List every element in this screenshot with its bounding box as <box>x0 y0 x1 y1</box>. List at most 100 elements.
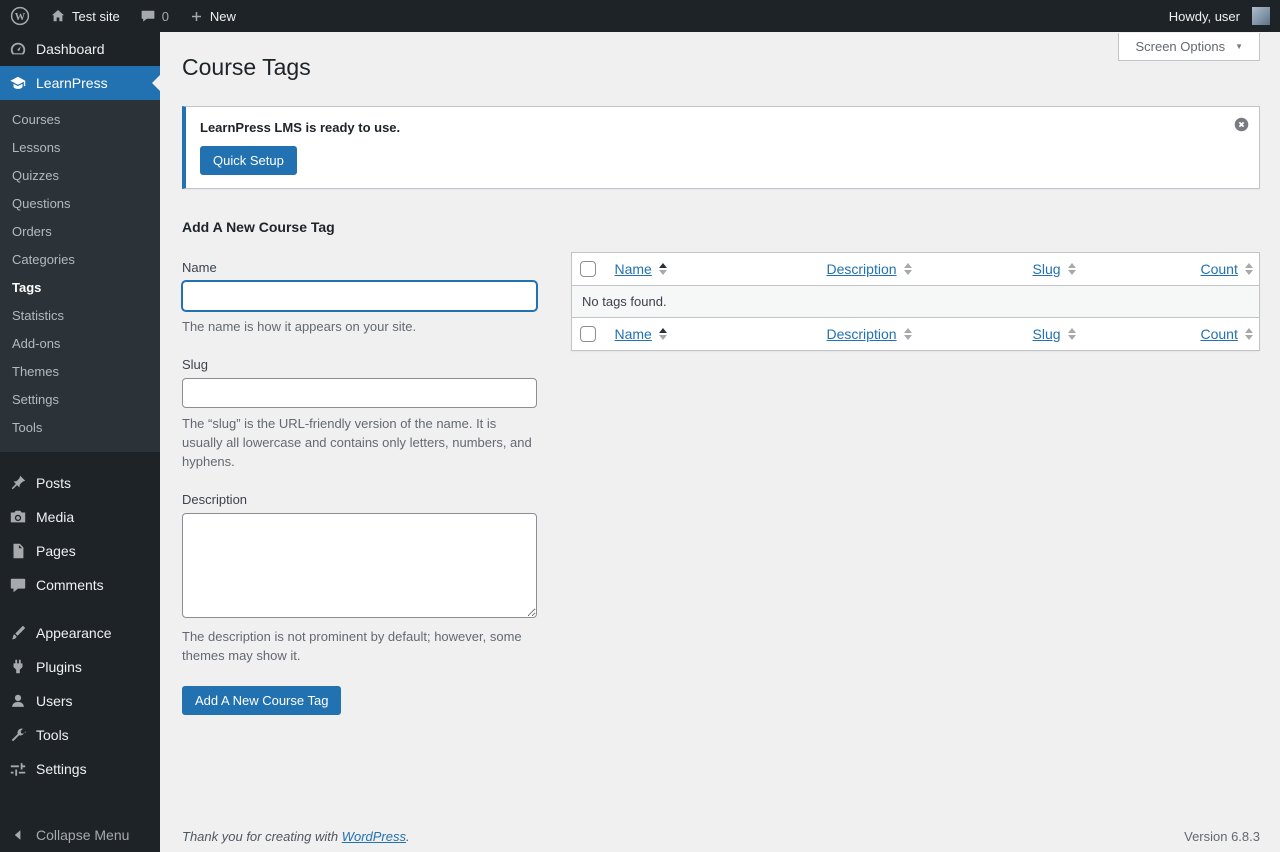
sidebar-item-appearance[interactable]: Appearance <box>0 616 160 650</box>
collapse-arrow-icon <box>8 825 28 845</box>
new-label: New <box>209 8 236 24</box>
collapse-menu-button[interactable]: Collapse Menu <box>0 818 160 852</box>
sort-slug-link[interactable]: Slug <box>1033 261 1076 277</box>
sidebar-item-plugins[interactable]: Plugins <box>0 650 160 684</box>
sort-arrows-icon <box>658 263 667 276</box>
learnpress-submenu: Courses Lessons Quizzes Questions Orders… <box>0 100 160 452</box>
sidebar-item-categories[interactable]: Categories <box>0 246 160 274</box>
sort-slug-link-bottom[interactable]: Slug <box>1033 326 1076 342</box>
sidebar-item-lp-tools[interactable]: Tools <box>0 414 160 442</box>
sidebar-item-label: Pages <box>36 543 76 559</box>
users-icon <box>8 691 28 711</box>
sidebar-item-tags[interactable]: Tags <box>0 274 160 302</box>
wordpress-logo-icon[interactable]: W <box>0 0 40 32</box>
svg-text:W: W <box>15 12 26 23</box>
sidebar-item-label: Comments <box>36 577 104 593</box>
name-field: Name The name is how it appears on your … <box>182 260 537 337</box>
slug-input[interactable] <box>182 378 537 409</box>
column-footer-description: Description <box>816 317 1023 351</box>
wordpress-link[interactable]: WordPress <box>342 829 406 844</box>
collapse-menu-label: Collapse Menu <box>36 827 130 843</box>
sidebar-item-quizzes[interactable]: Quizzes <box>0 162 160 190</box>
add-tag-button[interactable]: Add A New Course Tag <box>182 685 342 716</box>
page-title: Course Tags <box>182 54 311 80</box>
sort-name-link-bottom[interactable]: Name <box>615 326 667 342</box>
sidebar-item-pages[interactable]: Pages <box>0 534 160 568</box>
description-textarea[interactable] <box>182 512 537 618</box>
site-name-link[interactable]: Test site <box>40 0 130 32</box>
appearance-icon <box>8 623 28 643</box>
column-label: Count <box>1200 261 1238 278</box>
sort-description-link-bottom[interactable]: Description <box>827 326 912 342</box>
dashboard-icon <box>8 39 28 59</box>
sort-description-link[interactable]: Description <box>827 261 912 277</box>
description-help: The description is not prominent by defa… <box>182 628 522 663</box>
select-all-checkbox-bottom[interactable] <box>580 326 596 343</box>
sidebar-item-settings[interactable]: Settings <box>0 752 160 786</box>
screen-options-button[interactable]: Screen Options ▼ <box>1118 33 1260 61</box>
column-label: Slug <box>1032 261 1061 278</box>
my-account[interactable]: Howdy, user <box>1159 0 1280 32</box>
column-header-slug: Slug <box>1022 252 1191 287</box>
sidebar-item-label: LearnPress <box>36 75 108 91</box>
comments-icon <box>8 575 28 595</box>
sidebar-item-lp-settings[interactable]: Settings <box>0 386 160 414</box>
menu-separator <box>0 602 160 616</box>
slug-help: The “slug” is the URL-friendly version o… <box>182 416 532 470</box>
main-content: Screen Options ▼ Course Tags LearnPress … <box>160 32 1280 852</box>
sidebar-item-comments[interactable]: Comments <box>0 568 160 602</box>
sidebar-item-lessons[interactable]: Lessons <box>0 134 160 162</box>
pages-icon <box>8 541 28 561</box>
sidebar-item-orders[interactable]: Orders <box>0 218 160 246</box>
sidebar-item-dashboard[interactable]: Dashboard <box>0 32 160 66</box>
menu-separator <box>0 452 160 466</box>
select-all-checkbox[interactable] <box>580 261 596 278</box>
column-header-name: Name <box>604 252 817 287</box>
sidebar-item-tools[interactable]: Tools <box>0 718 160 752</box>
column-footer-name: Name <box>604 317 817 351</box>
sidebar-item-media[interactable]: Media <box>0 500 160 534</box>
sort-count-link[interactable]: Count <box>1201 261 1253 277</box>
sidebar-item-questions[interactable]: Questions <box>0 190 160 218</box>
settings-icon <box>8 759 28 779</box>
avatar <box>1252 7 1270 25</box>
sort-arrows-icon <box>1244 263 1253 276</box>
sidebar-item-label: Plugins <box>36 659 82 675</box>
sidebar-item-addons[interactable]: Add-ons <box>0 330 160 358</box>
sort-count-link-bottom[interactable]: Count <box>1201 326 1253 342</box>
sidebar-item-statistics[interactable]: Statistics <box>0 302 160 330</box>
sidebar-item-themes[interactable]: Themes <box>0 358 160 386</box>
sidebar-item-posts[interactable]: Posts <box>0 466 160 500</box>
sidebar-item-label: Users <box>36 693 73 709</box>
sort-arrows-icon <box>903 263 912 276</box>
no-tags-message: No tags found. <box>571 285 1260 318</box>
tags-table: Name Description Slug Count No tags foun… <box>571 252 1260 352</box>
admin-menu: Dashboard LearnPress Courses Lessons Qui… <box>0 32 160 852</box>
sort-arrows-icon <box>1244 328 1253 341</box>
comments-indicator[interactable]: 0 <box>130 0 179 32</box>
sidebar-item-learnpress[interactable]: LearnPress <box>0 66 160 100</box>
footer-thanks: Thank you for creating with WordPress. <box>182 829 410 844</box>
add-tag-form: Add A New Course Tag Name The name is ho… <box>182 219 537 716</box>
sidebar-item-label: Settings <box>36 761 87 777</box>
dismiss-notice-icon[interactable] <box>1233 116 1250 133</box>
quick-setup-button[interactable]: Quick Setup <box>200 145 297 176</box>
plugins-icon <box>8 657 28 677</box>
sort-arrows-icon <box>1067 263 1076 276</box>
new-content-button[interactable]: New <box>179 0 246 32</box>
column-header-count: Count <box>1190 252 1260 287</box>
wp-logo-icon: W <box>10 6 30 26</box>
name-input[interactable] <box>182 281 537 312</box>
sidebar-item-courses[interactable]: Courses <box>0 106 160 134</box>
tags-table-wrap: Name Description Slug Count No tags foun… <box>571 252 1260 352</box>
thanks-period: . <box>406 829 410 844</box>
sidebar-item-users[interactable]: Users <box>0 684 160 718</box>
chevron-down-icon: ▼ <box>1235 42 1243 51</box>
description-label: Description <box>182 491 248 507</box>
sort-name-link[interactable]: Name <box>615 261 667 277</box>
sort-arrows-icon <box>903 328 912 341</box>
howdy-label: Howdy, user <box>1168 8 1240 24</box>
screen-options-label: Screen Options <box>1135 39 1226 54</box>
description-field: Description The description is not promi… <box>182 492 537 666</box>
column-label: Count <box>1200 326 1238 343</box>
